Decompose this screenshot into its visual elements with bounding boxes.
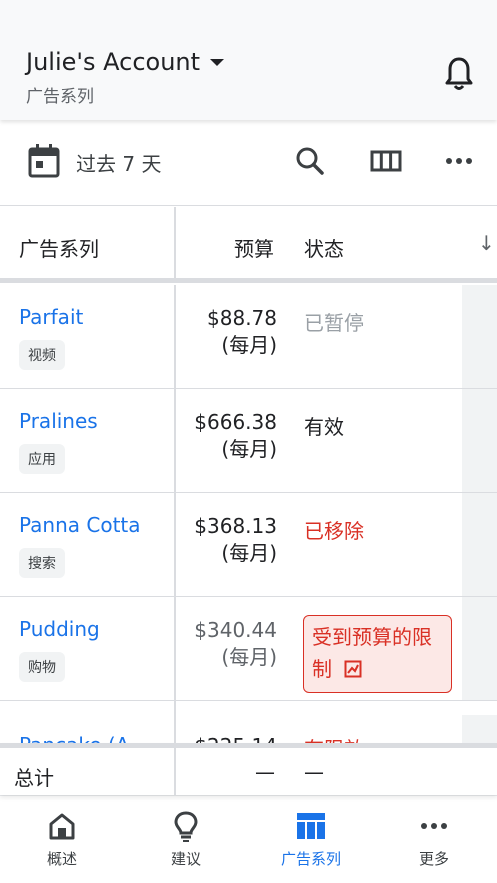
status-paused: 已暂停 — [304, 311, 364, 335]
table-row[interactable]: Pancake (A... $225.14 有限效 — [0, 715, 497, 743]
total-row: 总计 — — — [0, 743, 497, 795]
row-scroll-shade — [462, 597, 497, 700]
budget-cell: $666.38 (每月) — [194, 409, 277, 463]
campaign-name-link[interactable]: Pancake (A... — [19, 733, 148, 743]
chart-icon[interactable] — [344, 660, 362, 678]
campaign-type-chip: 应用 — [19, 444, 65, 474]
account-name[interactable]: Julie's Account — [26, 48, 200, 76]
search-icon[interactable] — [294, 146, 328, 176]
budget-cell: $88.78 (每月) — [207, 305, 277, 359]
budget-period: (每月) — [221, 645, 277, 669]
campaign-name-link[interactable]: Pudding — [19, 617, 100, 641]
budget-amount: $368.13 — [194, 514, 277, 538]
table-row[interactable]: Panna Cotta 搜索 $368.13 (每月) 已移除 — [0, 493, 497, 597]
column-header-campaign[interactable]: 广告系列 — [19, 233, 99, 262]
budget-amount: $88.78 — [207, 306, 277, 330]
nav-item-overview[interactable]: 概述 — [12, 810, 112, 869]
sort-arrow-icon[interactable]: ↓ — [478, 231, 495, 255]
caret-down-icon[interactable] — [210, 58, 225, 66]
column-divider — [174, 748, 176, 795]
budget-cell: $225.14 — [194, 733, 277, 743]
row-scroll-shade — [462, 715, 497, 743]
budget-amount: $666.38 — [194, 410, 277, 434]
status-active: 有效 — [304, 415, 344, 439]
total-label: 总计 — [14, 766, 54, 790]
more-icon — [421, 823, 447, 829]
nav-item-more[interactable]: 更多 — [384, 810, 484, 869]
nav-label-overview: 概述 — [46, 850, 77, 868]
calendar-icon[interactable] — [28, 144, 60, 178]
budget-period: (每月) — [221, 541, 277, 565]
table-header: 广告系列 预算 状态 ↓ — [0, 207, 497, 283]
lightbulb-icon — [174, 811, 198, 842]
table-row[interactable]: Pudding 购物 $340.44 (每月) 受到预算的限制 — [0, 597, 497, 701]
column-header-budget[interactable]: 预算 — [234, 233, 274, 262]
campaign-name-link[interactable]: Parfait — [19, 305, 83, 329]
nav-label-more: 更多 — [418, 850, 449, 868]
nav-label-campaigns: 广告系列 — [280, 850, 341, 868]
budget-period: (每月) — [221, 437, 277, 461]
app-header: Julie's Account 广告系列 — [0, 0, 497, 120]
status-limited-by-budget[interactable]: 受到预算的限制 — [303, 615, 452, 693]
table-row[interactable]: Pralines 应用 $666.38 (每月) 有效 — [0, 389, 497, 493]
budget-amount: $225.14 — [194, 733, 277, 743]
budget-cell: $340.44 (每月) — [194, 617, 277, 671]
date-range-label[interactable]: 过去 7 天 — [76, 148, 161, 177]
campaign-type-chip: 搜索 — [19, 548, 65, 578]
budget-cell: $368.13 (每月) — [194, 513, 277, 567]
nav-label-recommendations: 建议 — [170, 850, 201, 868]
account-switcher[interactable]: Julie's Account — [26, 48, 225, 76]
total-budget: — — [255, 760, 275, 784]
row-scroll-shade — [462, 285, 497, 388]
page-subtitle: 广告系列 — [26, 87, 94, 107]
campaign-name-link[interactable]: Pralines — [19, 409, 98, 433]
home-icon — [49, 813, 75, 840]
status-removed: 已移除 — [304, 519, 364, 543]
campaigns-icon — [297, 813, 325, 839]
campaign-type-chip: 视频 — [19, 340, 65, 370]
column-divider — [174, 285, 176, 743]
budget-amount: $340.44 — [194, 618, 277, 642]
budget-period: (每月) — [221, 333, 277, 357]
total-status: — — [304, 760, 324, 784]
nav-item-recommendations[interactable]: 建议 — [136, 810, 236, 869]
columns-icon[interactable] — [369, 146, 403, 176]
row-scroll-shade — [462, 389, 497, 492]
column-divider — [174, 207, 176, 283]
column-header-status[interactable]: 状态 — [304, 233, 344, 262]
more-horiz-icon[interactable] — [442, 146, 476, 176]
bottom-navigation: 概述 建议 广告系列 更多 — [0, 795, 497, 883]
status-limited: 有限效 — [304, 733, 364, 743]
table-row[interactable]: Parfait 视频 $88.78 (每月) 已暂停 — [0, 285, 497, 389]
nav-item-campaigns[interactable]: 广告系列 — [261, 810, 361, 869]
campaign-type-chip: 购物 — [19, 652, 65, 682]
bell-icon[interactable] — [443, 56, 475, 92]
row-scroll-shade — [462, 493, 497, 596]
toolbar: 过去 7 天 — [0, 120, 497, 206]
campaign-name-link[interactable]: Panna Cotta — [19, 513, 141, 537]
status-limited-label: 受到预算的限制 — [312, 625, 432, 681]
campaign-table-body: Parfait 视频 $88.78 (每月) 已暂停 Pralines 应用 $… — [0, 285, 497, 743]
